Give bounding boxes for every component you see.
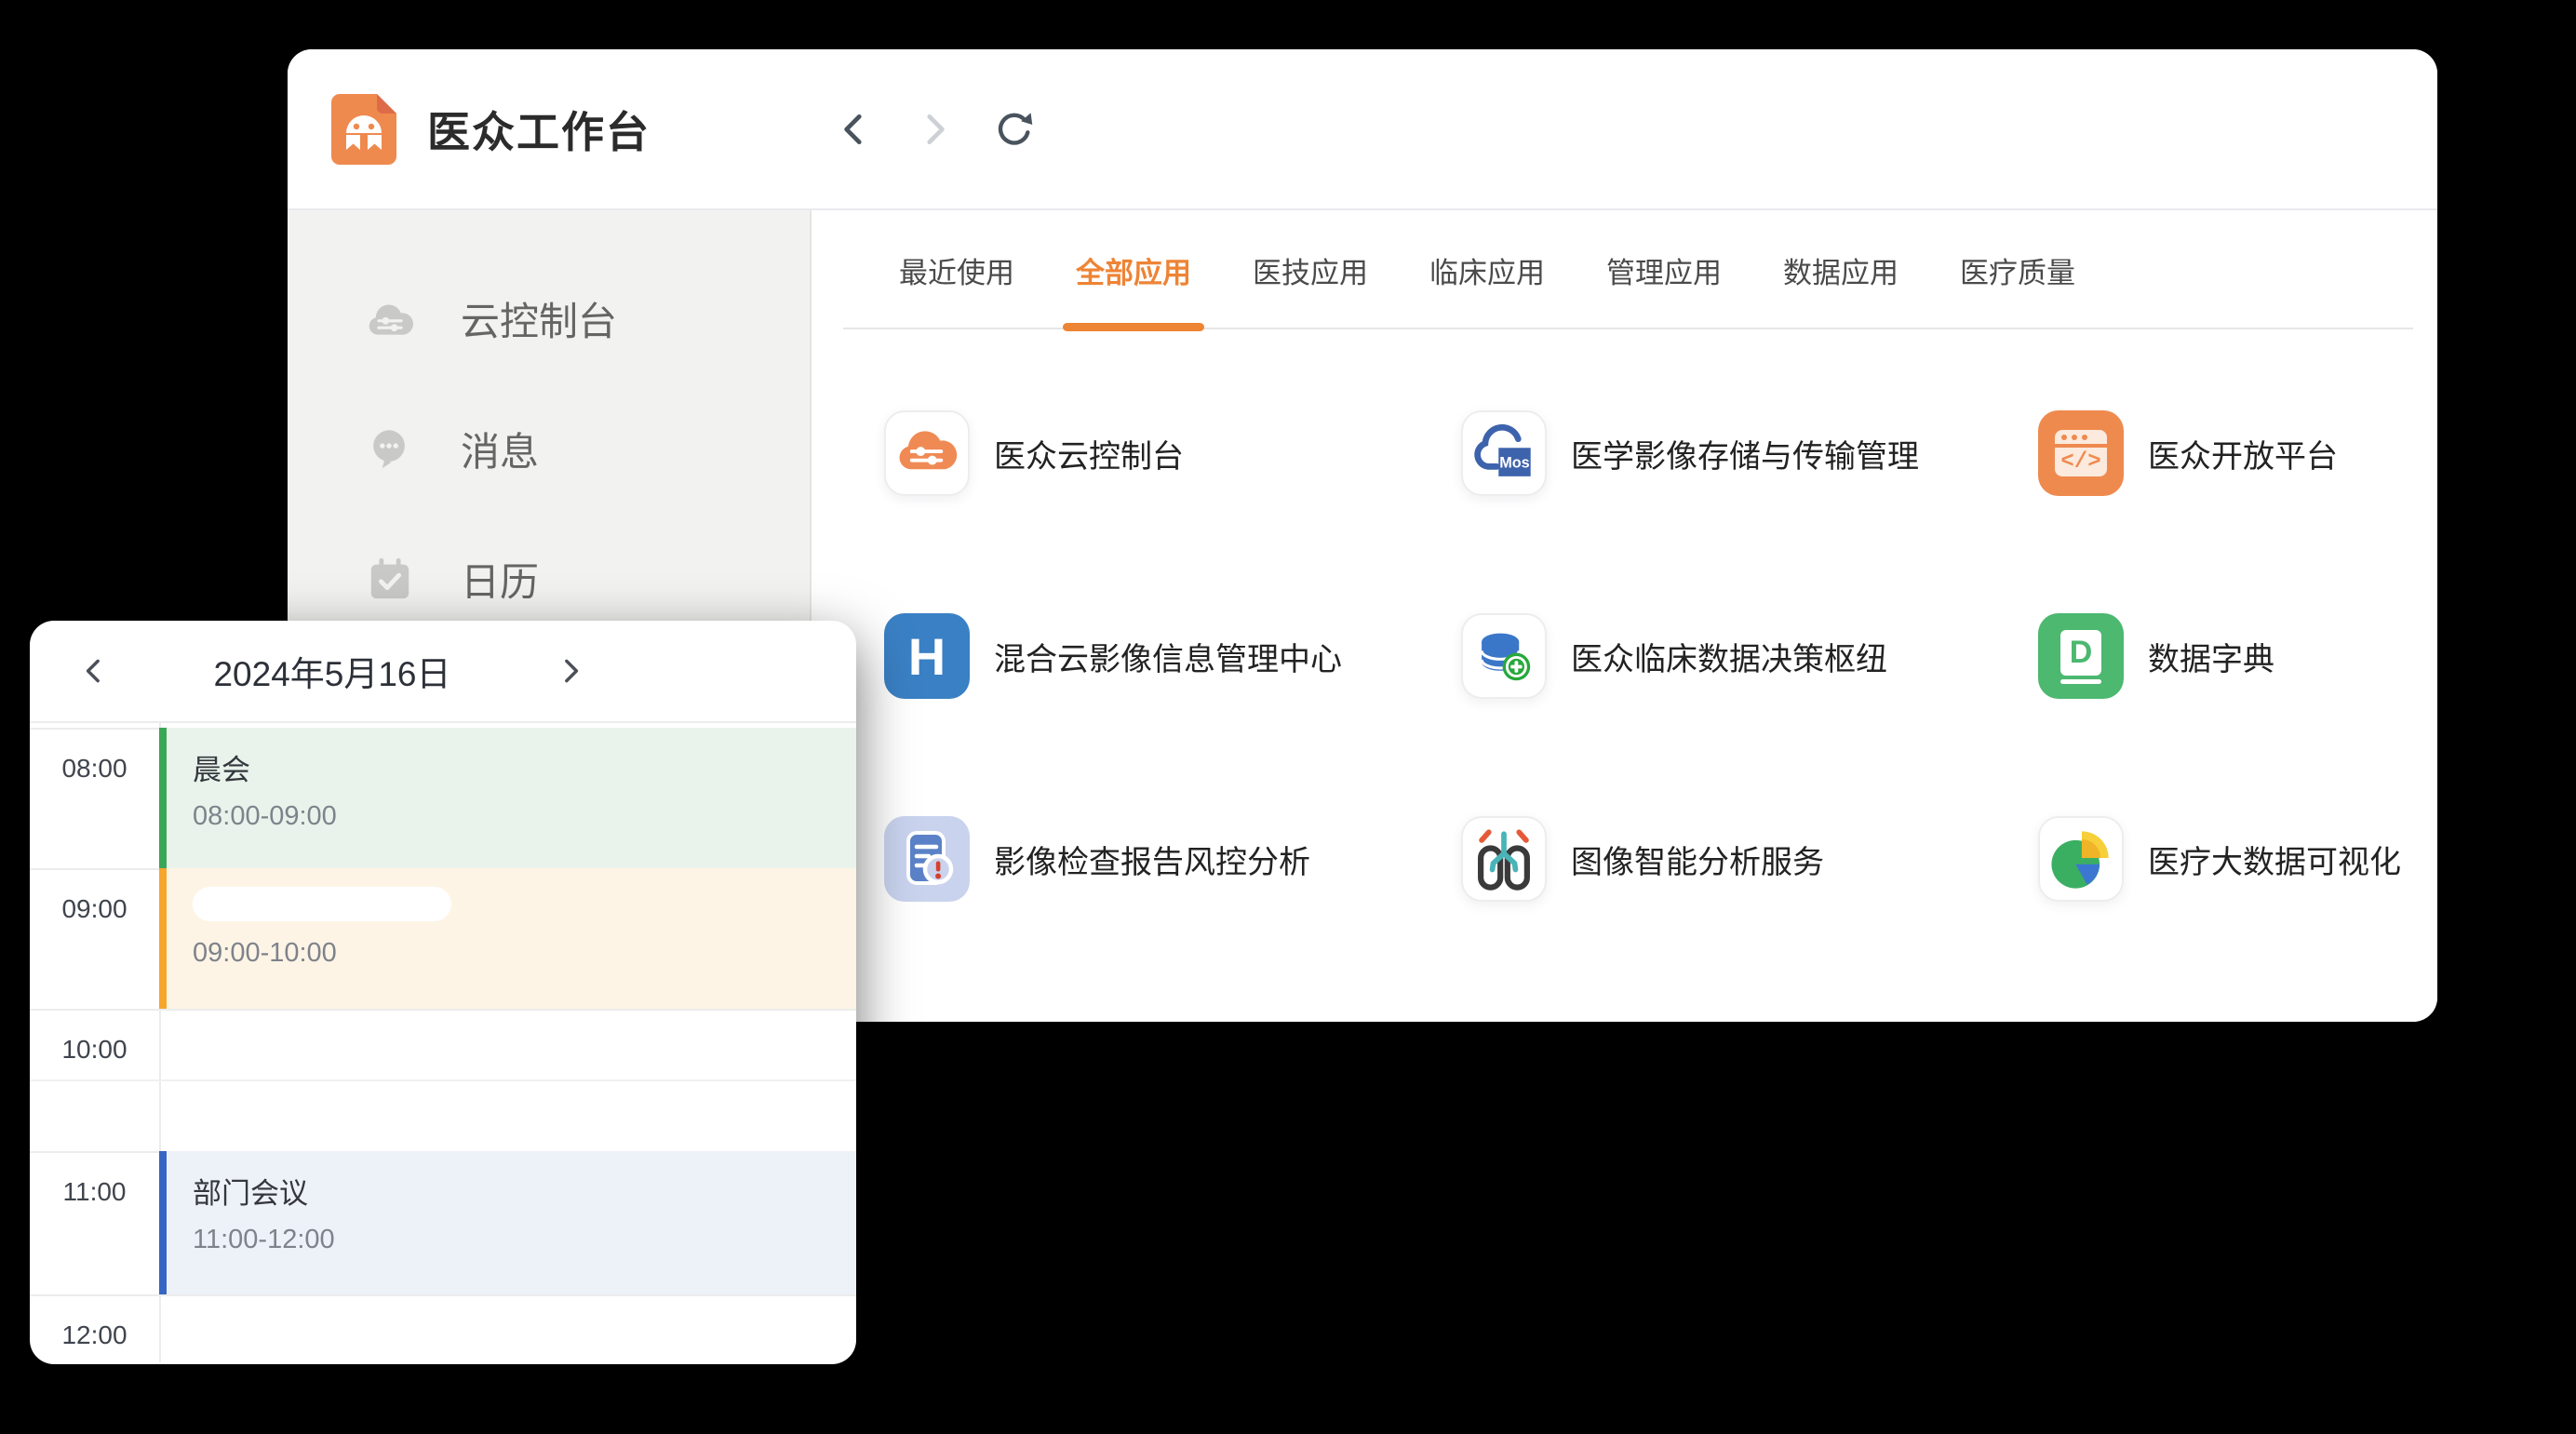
code-window-icon: </> — [2038, 410, 2124, 496]
tab-data-apps[interactable]: 数据应用 — [1783, 210, 1898, 329]
time-label: 12:00 — [30, 1320, 159, 1350]
calendar-header: 2024年5月16日 — [30, 621, 856, 723]
app-medical-image-storage[interactable]: Mos 医学影像存储与传输管理 — [1461, 410, 2038, 496]
database-plus-icon — [1461, 613, 1547, 699]
page-background: 医众工作台 — [0, 0, 2576, 1434]
sidebar-item-label: 消息 — [461, 421, 539, 477]
chevron-right-icon — [554, 655, 585, 687]
back-button[interactable] — [833, 108, 876, 151]
calendar-icon — [366, 556, 414, 602]
app-label: 医众开放平台 — [2148, 431, 2338, 476]
sidebar-item-messages[interactable]: 消息 — [288, 383, 810, 514]
event-time: 08:00-09:00 — [193, 801, 856, 832]
event-title: 晨会 — [193, 746, 856, 788]
app-label: 医众云控制台 — [994, 431, 1184, 476]
app-big-data-visualization[interactable]: 医疗大数据可视化 — [2038, 816, 2401, 902]
content-area: 最近使用 全部应用 医技应用 临床应用 管理应用 数据应用 医疗质量 — [812, 210, 2437, 1022]
forward-icon — [915, 110, 954, 149]
app-label: 医众临床数据决策枢纽 — [1571, 634, 1887, 679]
back-icon — [835, 110, 874, 149]
sidebar-item-label: 云控制台 — [461, 290, 617, 347]
dictionary-icon: D — [2038, 613, 2124, 699]
time-label: 08:00 — [30, 754, 159, 784]
calendar-next-day-button[interactable] — [542, 643, 597, 699]
time-label: 09:00 — [30, 894, 159, 924]
message-icon — [366, 425, 414, 472]
tab-recently-used[interactable]: 最近使用 — [899, 210, 1014, 329]
event-time: 11:00-12:00 — [193, 1225, 856, 1255]
app-data-dictionary[interactable]: D 数据字典 — [2038, 613, 2401, 699]
app-clinical-data-hub[interactable]: 医众临床数据决策枢纽 — [1461, 613, 2038, 699]
tab-bar: 最近使用 全部应用 医技应用 临床应用 管理应用 数据应用 医疗质量 — [812, 210, 2437, 329]
app-label: 影像检查报告风控分析 — [994, 837, 1310, 882]
event-time: 09:00-10:00 — [193, 938, 856, 969]
calendar-event-redacted[interactable]: 09:00-10:00 — [159, 868, 856, 1009]
cloud-sliders-icon — [884, 410, 970, 496]
pie-chart-icon — [2038, 816, 2124, 902]
app-grid: 医众云控制台 Mos 医学影像存储与传输管理 — [884, 410, 2401, 1019]
hour-line — [30, 1294, 856, 1296]
app-image-ai-analysis[interactable]: 图像智能分析服务 — [1461, 816, 2038, 902]
svg-text:Mos: Mos — [1499, 454, 1530, 471]
window-nav — [833, 49, 1036, 208]
lungs-icon — [1461, 816, 1547, 902]
calendar-panel: 2024年5月16日 08:00 09:00 10:00 11:00 12:00… — [30, 621, 856, 1364]
event-title-redacted — [193, 887, 451, 921]
app-open-platform[interactable]: </> 医众开放平台 — [2038, 410, 2401, 496]
app-title: 医众工作台 — [427, 99, 651, 160]
app-label: 医学影像存储与传输管理 — [1571, 431, 1919, 476]
tab-quality[interactable]: 医疗质量 — [1960, 210, 2075, 329]
letter-h-icon: H — [884, 613, 970, 699]
calendar-date-title: 2024年5月16日 — [123, 646, 542, 696]
tab-medtech-apps[interactable]: 医技应用 — [1253, 210, 1368, 329]
window-header: 医众工作台 — [288, 49, 2437, 210]
calendar-body: 08:00 09:00 10:00 11:00 12:00 晨会 08:00-0… — [30, 723, 856, 1362]
app-hybrid-cloud-imaging[interactable]: H 混合云影像信息管理中心 — [884, 613, 1461, 699]
tab-all-apps[interactable]: 全部应用 — [1076, 210, 1191, 329]
app-label: 数据字典 — [2148, 634, 2274, 679]
calendar-prev-day-button[interactable] — [67, 643, 123, 699]
app-report-risk-analysis[interactable]: 影像检查报告风控分析 — [884, 816, 1461, 902]
hour-line — [30, 1009, 856, 1011]
forward-button[interactable] — [913, 108, 956, 151]
app-logo-icon — [329, 92, 399, 167]
cloud-console-icon — [366, 298, 414, 339]
mos-cloud-icon: Mos — [1461, 410, 1547, 496]
time-label: 11:00 — [30, 1177, 159, 1207]
app-label: 医疗大数据可视化 — [2148, 837, 2401, 882]
app-cloud-console[interactable]: 医众云控制台 — [884, 410, 1461, 496]
refresh-icon — [994, 109, 1035, 150]
chevron-left-icon — [79, 655, 111, 687]
sidebar-item-label: 日历 — [461, 551, 539, 608]
tab-clinical-apps[interactable]: 临床应用 — [1429, 210, 1545, 329]
calendar-event-department-meeting[interactable]: 部门会议 11:00-12:00 — [159, 1151, 856, 1294]
calendar-event-morning-meeting[interactable]: 晨会 08:00-09:00 — [159, 728, 856, 868]
sidebar-item-cloud-console[interactable]: 云控制台 — [288, 253, 810, 383]
half-hour-line — [30, 1079, 856, 1081]
refresh-button[interactable] — [993, 108, 1036, 151]
event-title: 部门会议 — [193, 1170, 856, 1212]
report-alert-icon — [884, 816, 970, 902]
app-label: 图像智能分析服务 — [1571, 837, 1824, 882]
tab-management-apps[interactable]: 管理应用 — [1606, 210, 1722, 329]
time-label: 10:00 — [30, 1035, 159, 1065]
app-label: 混合云影像信息管理中心 — [994, 634, 1342, 679]
